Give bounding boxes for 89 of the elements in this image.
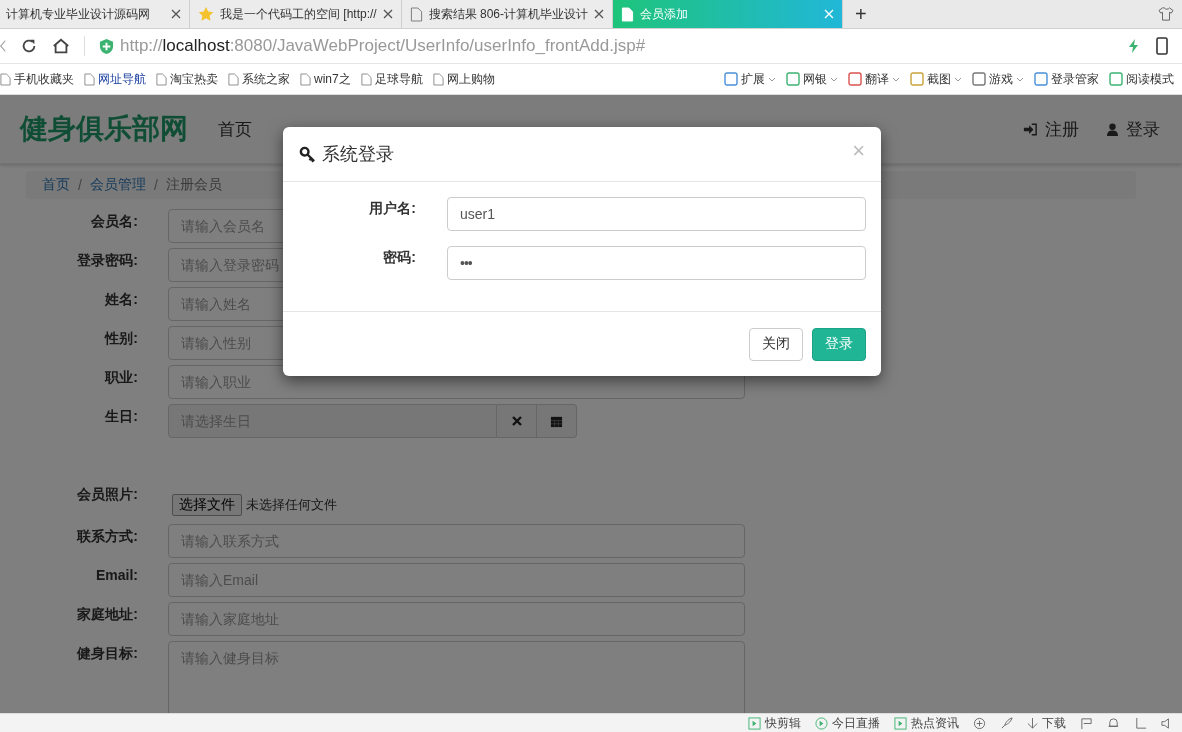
status-item[interactable]: 快剪辑 [748,714,801,732]
shirt-icon[interactable] [1158,7,1174,21]
star-icon [198,6,214,22]
toolbar-button[interactable]: 截图 [910,70,962,88]
back-icon[interactable] [0,38,6,54]
app-icon [1034,72,1048,86]
toolbar-button[interactable]: 翻译 [848,70,900,88]
status-item[interactable]: 今日直播 [815,714,880,732]
field-label: 密码: [382,248,417,267]
page-icon [300,72,311,86]
address-field[interactable]: http://localhost:8080/JavaWebProject/UserInfo/userInfo_frontAdd.jsp# [99,36,1112,56]
chevron-icon [830,76,838,82]
calendar-icon [550,414,563,428]
flag-icon[interactable] [1080,716,1093,730]
toolbar-button[interactable]: 网银 [786,70,838,88]
close-icon[interactable] [594,9,605,19]
bookmark-link[interactable]: 手机收藏夹 [0,70,74,88]
field-label: 姓名: [104,290,139,309]
bell-icon[interactable] [1107,716,1120,730]
chevron-icon [954,76,962,82]
breadcrumb-separator: / [153,177,158,193]
app-icon [724,72,738,86]
close-icon [511,416,522,426]
toolbar-button[interactable]: 游戏 [972,70,1024,88]
field-label: 家庭地址: [76,605,139,624]
field-label: 会员名: [90,212,139,231]
field-label: 职业: [103,368,139,387]
app-icon [1109,72,1123,86]
key-icon [299,145,316,163]
nav-link[interactable]: 首页 [202,117,268,141]
page-icon [156,72,167,86]
app-icon [910,72,924,86]
breadcrumb-separator: / [78,177,82,193]
play-icon [894,716,907,730]
field-label: 健身目标: [76,644,139,663]
nav-link[interactable]: 登录 [1079,117,1160,141]
toolbar-button[interactable]: 阅读模式 [1109,70,1174,88]
download-button[interactable]: 下载 [1027,714,1066,732]
close-button[interactable]: 关闭 [749,327,803,361]
app-icon [848,72,862,86]
close-icon[interactable] [171,9,181,19]
chevron-icon [1016,76,1024,82]
field-label: 用户名: [368,199,417,218]
page-icon [621,6,635,22]
field-label: 会员照片: [76,485,139,504]
close-icon[interactable] [382,9,393,19]
file-status: 未选择任何文件 [246,496,337,514]
download-icon [1027,716,1038,730]
app-icon [786,72,800,86]
status-item[interactable]: 热点资讯 [894,714,959,732]
page-icon [360,72,372,86]
page-icon [84,72,95,86]
toolbar-button[interactable]: 登录管家 [1034,70,1099,88]
toolbar-button[interactable]: 扩展 [724,70,776,88]
field-label: 联系方式: [75,527,139,546]
dialog-title: 系统登录 [322,143,394,166]
breadcrumb-current: 注册会员 [165,176,222,194]
clear-button[interactable] [497,404,537,438]
bookmark-link[interactable]: 足球导航 [360,70,423,88]
new-tab-button[interactable]: + [843,2,879,26]
field-label: Email: [95,566,139,583]
bookmark-link[interactable]: win7之 [300,70,351,88]
play-icon [815,716,828,730]
sign-in-icon [1023,122,1037,136]
field-label: 性别: [103,329,139,348]
page-icon [228,72,239,86]
password-field[interactable]: ••• [447,246,866,280]
nav-link[interactable]: 注册 [995,117,1079,141]
user-icon [1107,122,1118,136]
app-icon [972,72,986,86]
phone-icon[interactable] [1156,37,1168,55]
page-icon [409,6,423,22]
play-icon [748,716,761,730]
field-label: 登录密码: [76,251,139,270]
username-field[interactable]: user1 [447,197,866,231]
bookmark-link[interactable]: 网址导航 [84,70,146,88]
bookmark-link[interactable]: 淘宝热卖 [156,70,218,88]
reload-icon[interactable] [20,37,38,55]
bookmark-link[interactable]: 系统之家 [228,70,290,88]
chevron-icon [892,76,900,82]
page-icon [432,72,444,86]
bookmark-link[interactable]: 网上购物 [432,70,495,88]
field-label: 生日: [104,407,139,426]
shield-icon [99,37,114,55]
choose-file-button[interactable]: 选择文件 [172,494,242,516]
page-icon [0,72,11,86]
chevron-icon [768,76,776,82]
calendar-button[interactable] [537,404,577,438]
home-icon[interactable] [52,37,70,55]
